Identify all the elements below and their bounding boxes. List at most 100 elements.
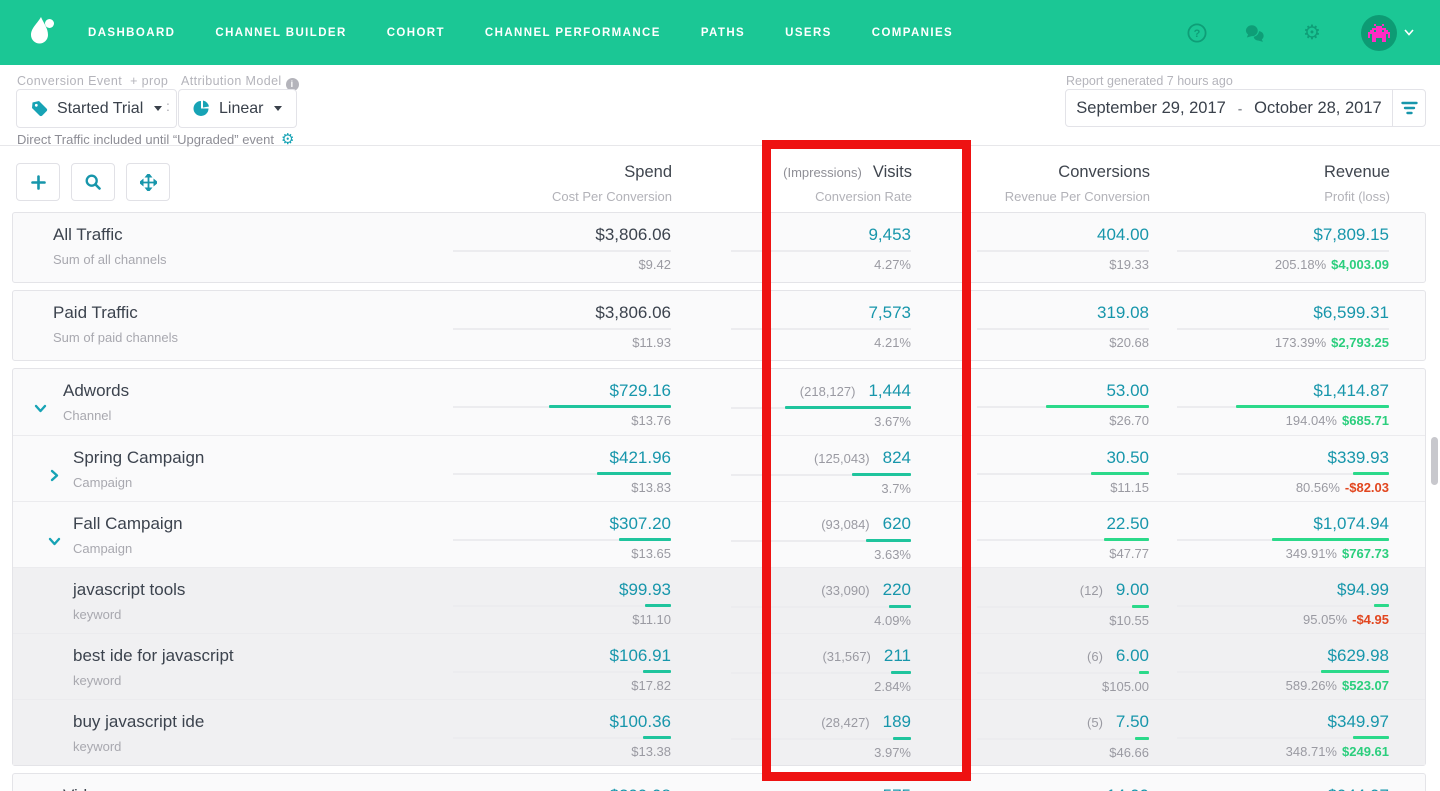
visits-value[interactable]: 824 <box>883 448 911 467</box>
gear-icon[interactable]: ⚙ <box>1303 23 1323 43</box>
visits-value[interactable]: 7,573 <box>868 303 911 322</box>
channel-table: All Traffic Sum of all channels $3,806.0… <box>12 212 1426 791</box>
visits-cell: 575 <box>671 786 911 791</box>
filter-icon[interactable] <box>1392 90 1425 126</box>
table-header: Spend Cost Per Conversion (Impressions)V… <box>12 155 1426 211</box>
chat-icon[interactable] <box>1245 23 1265 43</box>
move-button[interactable] <box>126 163 170 201</box>
column-header-spend[interactable]: Spend Cost Per Conversion <box>432 163 672 204</box>
visits-value[interactable]: 211 <box>884 646 911 665</box>
visits-value[interactable]: 1,444 <box>868 381 911 400</box>
conversion-event-dropdown[interactable]: Started Trial <box>16 89 177 128</box>
conversions-value[interactable]: 30.50 <box>1106 448 1149 467</box>
spend-value[interactable]: $99.93 <box>431 580 671 599</box>
conversions-value[interactable]: 319.08 <box>1097 303 1149 322</box>
chevron-down-icon[interactable] <box>34 402 47 415</box>
top-nav: DASHBOARD CHANNEL BUILDER COHORT CHANNEL… <box>0 0 1440 65</box>
spend-value[interactable]: $307.20 <box>431 514 671 533</box>
conversions-value[interactable]: 6.00 <box>1116 646 1149 665</box>
add-column-button[interactable] <box>16 163 60 201</box>
chevron-down-icon[interactable] <box>1404 29 1414 36</box>
attribution-model-value: Linear <box>219 100 263 118</box>
conversions-value[interactable]: 14.00 <box>1106 786 1149 791</box>
revenue-cell: $629.98 589.26%$523.07 <box>1149 646 1389 693</box>
column-header-conversions[interactable]: Conversions Revenue Per Conversion <box>910 163 1150 204</box>
row-name[interactable]: Video <box>63 786 111 791</box>
row-name[interactable]: best ide for javascript <box>73 646 234 666</box>
visits-value[interactable]: 189 <box>883 712 911 731</box>
attribution-logo[interactable] <box>22 16 56 50</box>
table-row[interactable]: buy javascript ide keyword $100.36 $13.3… <box>13 699 1425 765</box>
profit-percent: 80.56% <box>1296 480 1340 495</box>
nav-item-channel-performance[interactable]: CHANNEL PERFORMANCE <box>485 27 661 39</box>
revenue-value[interactable]: $339.93 <box>1328 448 1389 467</box>
nav-item-users[interactable]: USERS <box>785 27 832 39</box>
revenue-value[interactable]: $6,599.31 <box>1313 303 1389 322</box>
column-header-revenue[interactable]: Revenue Profit (loss) <box>1150 163 1390 204</box>
attribution-model-dropdown[interactable]: Linear <box>178 89 297 128</box>
revenue-value[interactable]: $94.99 <box>1337 580 1389 599</box>
spend-value[interactable]: $299.98 <box>431 786 671 791</box>
row-name[interactable]: buy javascript ide <box>73 712 204 732</box>
visits-value[interactable]: 9,453 <box>868 225 911 244</box>
conversions-value[interactable]: 9.00 <box>1116 580 1149 599</box>
spend-value[interactable]: $106.91 <box>431 646 671 665</box>
profit-value: $249.61 <box>1342 744 1389 759</box>
cost-per-conversion: $11.10 <box>431 612 671 627</box>
spend-value[interactable]: $729.16 <box>431 381 671 400</box>
conversions-value[interactable]: 7.50 <box>1116 712 1149 731</box>
visits-value[interactable]: 620 <box>883 514 911 533</box>
nav-item-dashboard[interactable]: DASHBOARD <box>88 27 175 39</box>
row-name[interactable]: All Traffic <box>53 225 166 245</box>
row-type: Campaign <box>73 475 204 490</box>
profit-percent: 205.18% <box>1275 257 1326 272</box>
revenue-value[interactable]: $7,809.15 <box>1313 225 1389 244</box>
table-row[interactable]: All Traffic Sum of all channels $3,806.0… <box>13 213 1425 282</box>
table-row[interactable]: Video Channel $299.98 575 14.00 $944.97 <box>13 774 1425 791</box>
search-button[interactable] <box>71 163 115 201</box>
chevron-down-icon[interactable] <box>48 535 61 548</box>
profit-percent: 194.04% <box>1286 413 1337 428</box>
spend-value[interactable]: $421.96 <box>431 448 671 467</box>
spend-value[interactable]: $100.36 <box>431 712 671 731</box>
chevron-right-icon[interactable] <box>48 469 61 482</box>
vertical-scrollbar-thumb[interactable] <box>1431 437 1438 485</box>
spend-cell: $421.96 $13.83 <box>431 448 671 495</box>
avatar[interactable] <box>1361 15 1397 51</box>
revenue-value[interactable]: $629.98 <box>1328 646 1389 665</box>
search-icon <box>85 174 101 190</box>
avatar-sprite <box>1368 24 1390 42</box>
visits-value[interactable]: 220 <box>883 580 911 599</box>
help-icon[interactable]: ? <box>1187 23 1207 43</box>
visits-value[interactable]: 575 <box>883 786 911 791</box>
impressions-value: (125,043) <box>814 451 870 466</box>
add-prop-link[interactable]: + prop <box>130 74 168 88</box>
row-name[interactable]: Adwords <box>63 381 129 401</box>
revenue-per-conversion: $20.68 <box>909 335 1149 350</box>
revenue-value[interactable]: $1,414.87 <box>1313 381 1389 400</box>
table-row[interactable]: Fall Campaign Campaign $307.20 $13.65 (9… <box>13 501 1425 567</box>
row-name[interactable]: Fall Campaign <box>73 514 183 534</box>
revenue-value[interactable]: $349.97 <box>1328 712 1389 731</box>
row-name[interactable]: Paid Traffic <box>53 303 178 323</box>
user-menu[interactable] <box>1361 15 1414 51</box>
row-name[interactable]: javascript tools <box>73 580 185 600</box>
conversions-value[interactable]: 404.00 <box>1097 225 1149 244</box>
settings-gear-icon[interactable]: ⚙ <box>281 133 294 146</box>
nav-item-paths[interactable]: PATHS <box>701 27 745 39</box>
column-header-visits[interactable]: (Impressions)Visits Conversion Rate <box>672 163 912 204</box>
table-row[interactable]: Paid Traffic Sum of paid channels $3,806… <box>13 291 1425 360</box>
table-row[interactable]: Spring Campaign Campaign $421.96 $13.83 … <box>13 435 1425 501</box>
nav-item-cohort[interactable]: COHORT <box>387 27 445 39</box>
date-range-picker[interactable]: September 29, 2017 - October 28, 2017 <box>1065 89 1426 127</box>
table-row[interactable]: best ide for javascript keyword $106.91 … <box>13 633 1425 699</box>
row-name[interactable]: Spring Campaign <box>73 448 204 468</box>
table-row[interactable]: javascript tools keyword $99.93 $11.10 (… <box>13 567 1425 633</box>
revenue-value[interactable]: $1,074.94 <box>1313 514 1389 533</box>
nav-item-channel-builder[interactable]: CHANNEL BUILDER <box>215 27 346 39</box>
conversions-value[interactable]: 53.00 <box>1106 381 1149 400</box>
nav-item-companies[interactable]: COMPANIES <box>872 27 953 39</box>
table-row[interactable]: Adwords Channel $729.16 $13.76 (218,127)… <box>13 369 1425 435</box>
conversions-value[interactable]: 22.50 <box>1106 514 1149 533</box>
revenue-value[interactable]: $944.97 <box>1328 786 1389 791</box>
